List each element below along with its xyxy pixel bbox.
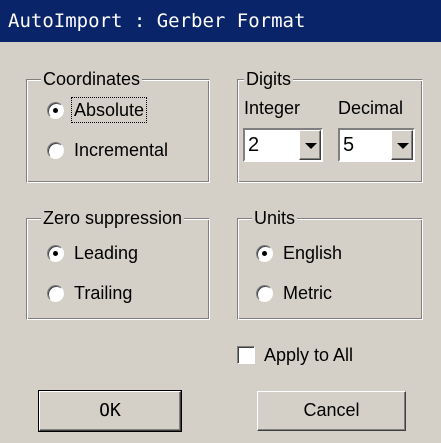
apply-to-all-checkbox-row[interactable]: Apply to All — [237, 343, 353, 367]
incremental-radio-button[interactable] — [47, 141, 64, 159]
integer-label: Integer — [244, 98, 301, 118]
metric-radio-button[interactable] — [256, 284, 273, 302]
leading-label: Leading — [74, 243, 139, 263]
coordinates-group: Coordinates Absolute Incremental — [26, 67, 210, 183]
english-radio-button[interactable] — [256, 244, 273, 262]
decimal-digits-value: 5 — [343, 134, 355, 156]
absolute-radio-button[interactable] — [47, 101, 64, 119]
integer-digits-select[interactable]: 2 — [243, 128, 323, 162]
integer-digits-value: 2 — [248, 134, 260, 156]
ok-button[interactable]: OK — [38, 390, 182, 432]
decimal-label: Decimal — [338, 98, 404, 118]
coordinates-legend: Coordinates — [41, 67, 143, 91]
trailing-label: Trailing — [74, 283, 133, 303]
decimal-digits-select[interactable]: 5 — [338, 128, 415, 162]
trailing-radio-button[interactable] — [47, 284, 64, 302]
digits-group: Digits Integer Decimal 2 5 — [237, 67, 423, 183]
incremental-label: Incremental — [74, 140, 169, 160]
ok-button-label: OK — [99, 400, 121, 421]
apply-to-all-label: Apply to All — [264, 345, 354, 365]
units-group: Units English Metric — [237, 206, 423, 320]
gerber-format-dialog: AutoImport : Gerber Format Coordinates A… — [0, 0, 441, 443]
radio-incremental[interactable]: Incremental — [47, 136, 170, 164]
chevron-down-icon[interactable] — [391, 130, 413, 160]
absolute-label: Absolute — [70, 97, 148, 123]
leading-radio-button[interactable] — [47, 244, 64, 262]
radio-trailing[interactable]: Trailing — [47, 279, 134, 307]
chevron-down-icon[interactable] — [299, 130, 321, 160]
cancel-button[interactable]: Cancel — [257, 391, 406, 431]
units-legend: Units — [252, 206, 298, 230]
zero-suppression-legend: Zero suppression — [41, 206, 185, 230]
english-label: English — [283, 243, 343, 263]
zero-suppression-group: Zero suppression Leading Trailing — [26, 206, 210, 320]
radio-leading[interactable]: Leading — [47, 239, 140, 267]
radio-absolute[interactable]: Absolute — [47, 96, 148, 124]
metric-label: Metric — [283, 283, 332, 303]
digits-legend: Digits — [244, 67, 294, 91]
radio-english[interactable]: English — [256, 239, 344, 267]
window-title: AutoImport : Gerber Format — [8, 10, 306, 32]
title-bar[interactable]: AutoImport : Gerber Format — [0, 0, 441, 42]
apply-to-all-checkbox[interactable] — [237, 346, 255, 364]
cancel-button-label: Cancel — [303, 400, 360, 420]
radio-metric[interactable]: Metric — [256, 279, 334, 307]
